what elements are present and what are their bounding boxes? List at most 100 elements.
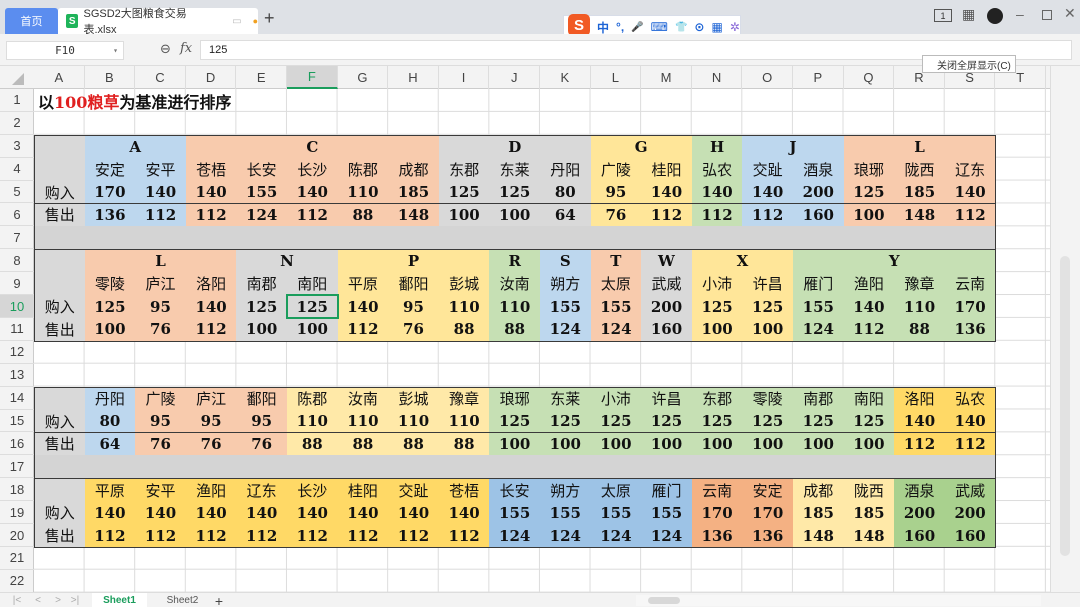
sell-price[interactable]: 160 [793,203,845,228]
apps-icon[interactable]: ▦ [711,20,722,34]
sell-price[interactable]: 160 [944,524,997,548]
buy-price[interactable]: 140 [287,180,339,205]
city-name[interactable]: 武威 [944,478,997,503]
city-name[interactable]: 长沙 [287,157,339,182]
buy-price[interactable]: 95 [388,295,440,319]
city-name[interactable]: 东莱 [540,386,592,411]
city-name[interactable]: 雁门 [793,272,845,297]
city-name[interactable]: 广陵 [135,386,187,411]
buy-price[interactable]: 140 [388,501,440,526]
sell-price[interactable]: 124 [236,203,288,228]
row-header-7[interactable]: 7 [0,226,34,250]
city-name[interactable]: 朔方 [540,272,592,297]
city-name[interactable]: 平原 [84,478,137,503]
sell-price[interactable]: 136 [84,203,137,228]
buy-row-label[interactable]: 购入 [34,180,86,205]
buy-price[interactable]: 125 [843,409,896,434]
row-header-15[interactable]: 15 [0,410,34,433]
city-name[interactable]: 南阳 [287,272,339,297]
city-name[interactable]: 东莱 [489,157,541,182]
sell-price[interactable]: 100 [641,432,693,457]
row-header-17[interactable]: 17 [0,455,34,479]
tab-sheet2[interactable]: Sheet2 [155,593,210,608]
sell-row-label[interactable]: 售出 [34,432,86,457]
row-header-14[interactable]: 14 [0,387,34,410]
city-name[interactable]: 小沛 [590,386,643,411]
city-name[interactable]: 安平 [135,478,187,503]
name-box[interactable]: F10 ▾ [6,41,124,60]
city-name[interactable]: 小沛 [691,272,744,297]
buy-price[interactable]: 170 [84,180,137,205]
sell-price[interactable]: 100 [489,432,541,457]
row-header-20[interactable]: 20 [0,524,34,547]
corner-cell[interactable] [34,386,86,411]
sell-price[interactable]: 100 [843,203,896,228]
buy-price[interactable]: 140 [185,180,238,205]
buy-price[interactable]: 155 [641,501,693,526]
sell-price[interactable]: 148 [894,203,946,228]
tab-sheet1[interactable]: Sheet1 [92,593,147,608]
buy-price[interactable]: 140 [236,501,288,526]
sell-price[interactable]: 124 [590,318,643,342]
sell-price[interactable]: 88 [489,318,541,342]
buy-price[interactable]: 95 [590,180,643,205]
row-header-19[interactable]: 19 [0,501,34,525]
new-tab-button[interactable]: + [264,8,275,29]
city-name[interactable]: 酒泉 [793,157,845,182]
city-name[interactable]: 陈郡 [337,157,390,182]
home-tab[interactable]: 首页 [5,8,58,34]
row-header-4[interactable]: 4 [0,158,34,181]
column-header-H[interactable]: H [388,66,439,89]
row-header-11[interactable]: 11 [0,318,34,341]
city-name[interactable]: 豫章 [894,272,946,297]
buy-price[interactable]: 125 [236,295,288,319]
ime-item[interactable]: 中 [597,19,609,36]
prev-sheet-icon[interactable]: < [32,593,44,608]
sell-price[interactable]: 124 [540,318,592,342]
buy-price[interactable]: 95 [135,295,187,319]
city-name[interactable]: 太原 [590,272,643,297]
add-sheet-button[interactable]: + [212,593,226,609]
row-header-8[interactable]: 8 [0,249,34,273]
buy-price[interactable]: 140 [84,501,137,526]
buy-price[interactable]: 95 [185,409,238,434]
city-name[interactable]: 苍梧 [438,478,491,503]
buy-price[interactable]: 125 [691,295,744,319]
sell-price[interactable]: 112 [84,524,137,548]
buy-price[interactable]: 95 [236,409,288,434]
separator-band[interactable] [34,226,997,251]
fx-icon[interactable]: fx [180,41,192,56]
sell-price[interactable]: 100 [691,318,744,342]
sell-price[interactable]: 148 [793,524,845,548]
sell-price[interactable]: 76 [388,318,440,342]
sell-price[interactable]: 100 [843,432,896,457]
punctuation-icon[interactable]: °, [616,20,624,34]
sell-price[interactable]: 136 [691,524,744,548]
sell-price[interactable]: 148 [843,524,896,548]
buy-price[interactable]: 110 [287,409,339,434]
buy-price[interactable]: 140 [641,180,693,205]
sell-price[interactable]: 112 [944,432,997,457]
buy-price[interactable]: 110 [337,180,390,205]
row-header-13[interactable]: 13 [0,364,34,387]
sell-price[interactable]: 64 [84,432,137,457]
sell-price[interactable]: 112 [236,524,288,548]
city-name[interactable]: 长沙 [287,478,339,503]
buy-price[interactable]: 140 [135,180,187,205]
city-name[interactable]: 苍梧 [185,157,238,182]
buy-price[interactable]: 110 [388,409,440,434]
city-name[interactable]: 安定 [84,157,137,182]
column-header-K[interactable]: K [540,66,591,89]
buy-price[interactable]: 185 [793,501,845,526]
city-name[interactable]: 洛阳 [894,386,946,411]
row-header-5[interactable]: 5 [0,181,34,204]
sell-row-label[interactable]: 售出 [34,203,86,228]
buy-price[interactable]: 155 [540,501,592,526]
sell-price[interactable]: 112 [185,524,238,548]
sell-price[interactable]: 100 [84,318,137,342]
sell-price[interactable]: 88 [438,432,491,457]
city-name[interactable]: 东郡 [691,386,744,411]
sell-price[interactable]: 112 [185,318,238,342]
row-header-6[interactable]: 6 [0,204,34,227]
row-header-22[interactable]: 22 [0,570,34,593]
